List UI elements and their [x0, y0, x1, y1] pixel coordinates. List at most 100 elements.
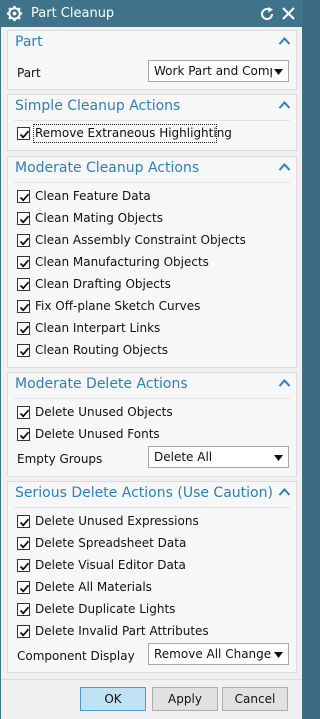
checkbox[interactable] — [17, 537, 30, 550]
checkmark-icon — [19, 281, 30, 290]
checkbox-row[interactable]: Clean Mating Objects — [17, 210, 287, 228]
section-title: Moderate Cleanup Actions — [15, 160, 200, 176]
chevron-up-icon[interactable] — [278, 162, 291, 172]
checkbox[interactable] — [17, 603, 30, 616]
checkbox-label: Delete All Materials — [35, 580, 152, 594]
checkbox-label: Clean Interpart Links — [35, 321, 161, 335]
checkbox-label: Clean Manufacturing Objects — [35, 255, 209, 269]
section-divider — [14, 398, 290, 399]
checkmark-icon — [19, 409, 30, 418]
checkbox-row[interactable]: Fix Off-plane Sketch Curves — [17, 298, 287, 316]
chevron-down-icon — [274, 69, 283, 75]
checkbox-label: Delete Unused Expressions — [35, 514, 199, 528]
chevron-up-icon[interactable] — [278, 487, 291, 497]
checkmark-icon — [19, 193, 30, 202]
checkmark-icon — [19, 606, 30, 615]
checkmark-icon — [19, 259, 30, 268]
checkmark-icon — [19, 325, 30, 334]
chevron-up-icon[interactable] — [278, 378, 291, 388]
checkbox[interactable] — [17, 322, 30, 335]
checkbox-label: Delete Visual Editor Data — [35, 558, 186, 572]
component-display-label: Component Display — [17, 649, 135, 663]
component-display-value: Remove All Changes — [154, 647, 272, 661]
checkmark-icon — [19, 562, 30, 571]
chevron-down-icon — [274, 652, 283, 658]
title-bar[interactable]: Part Cleanup — [1, 1, 302, 27]
checkbox-label: Fix Off-plane Sketch Curves — [35, 299, 201, 313]
checkbox[interactable] — [17, 234, 30, 247]
checkbox-row[interactable]: Clean Manufacturing Objects — [17, 254, 287, 272]
checkbox-row[interactable]: Clean Assembly Constraint Objects — [17, 232, 287, 250]
checkmark-icon — [19, 518, 30, 527]
checkbox-row[interactable]: Delete All Materials — [17, 579, 287, 597]
checkbox[interactable] — [17, 581, 30, 594]
checkbox-row[interactable]: Clean Drafting Objects — [17, 276, 287, 294]
moderate-delete-header[interactable]: Moderate Delete Actions — [8, 373, 296, 397]
checkbox-row[interactable]: Remove Extraneous Highlighting — [17, 124, 287, 143]
apply-button[interactable]: Apply — [152, 687, 218, 711]
checkbox-row[interactable]: Delete Duplicate Lights — [17, 601, 287, 619]
checkbox-row[interactable]: Delete Visual Editor Data — [17, 557, 287, 575]
serious-delete-header[interactable]: Serious Delete Actions (Use Caution) — [8, 482, 296, 506]
part-cleanup-dialog: Part Cleanup Part Part Work Part and Com… — [0, 0, 303, 719]
part-select[interactable]: Work Part and Compo — [148, 60, 289, 82]
ok-button[interactable]: OK — [80, 687, 146, 711]
checkbox[interactable] — [17, 515, 30, 528]
checkbox-row[interactable]: Delete Unused Expressions — [17, 513, 287, 531]
serious-delete-panel: Serious Delete Actions (Use Caution) Del… — [7, 481, 297, 673]
checkbox[interactable] — [17, 428, 30, 441]
checkbox-label: Clean Assembly Constraint Objects — [35, 233, 246, 247]
checkmark-icon — [19, 237, 30, 246]
cancel-button[interactable]: Cancel — [222, 687, 288, 711]
reset-icon[interactable] — [259, 6, 275, 22]
checkbox[interactable] — [17, 212, 30, 225]
empty-groups-select[interactable]: Delete All — [148, 446, 289, 468]
checkbox-row[interactable]: Delete Unused Fonts — [17, 426, 287, 444]
empty-groups-label: Empty Groups — [17, 452, 103, 466]
checkbox-label: Clean Drafting Objects — [35, 277, 171, 291]
checkbox-label: Remove Extraneous Highlighting — [35, 126, 232, 140]
checkmark-icon — [19, 303, 30, 312]
checkmark-icon — [19, 628, 30, 637]
checkbox-label: Clean Mating Objects — [35, 211, 163, 225]
section-title: Moderate Delete Actions — [15, 376, 188, 392]
chevron-up-icon[interactable] — [278, 100, 291, 110]
empty-groups-value: Delete All — [154, 450, 213, 464]
checkbox[interactable] — [17, 406, 30, 419]
checkbox[interactable] — [17, 278, 30, 291]
checkbox-row[interactable]: Delete Unused Objects — [17, 404, 287, 422]
checkbox[interactable] — [17, 300, 30, 313]
window-title: Part Cleanup — [31, 6, 115, 21]
checkbox-label: Delete Unused Fonts — [35, 427, 160, 441]
checkbox-row[interactable]: Delete Invalid Part Attributes — [17, 623, 287, 641]
checkmark-icon — [19, 130, 30, 139]
checkbox[interactable] — [17, 127, 30, 140]
part-label: Part — [17, 66, 41, 80]
section-title: Simple Cleanup Actions — [15, 98, 181, 114]
part-panel-header[interactable]: Part — [8, 31, 296, 55]
part-panel: Part Part Work Part and Compo — [7, 30, 297, 90]
checkbox-row[interactable]: Clean Routing Objects — [17, 342, 287, 360]
checkbox[interactable] — [17, 625, 30, 638]
section-title: Part — [15, 34, 43, 50]
dialog-footer: OK Apply Cancel — [1, 679, 302, 719]
moderate-cleanup-header[interactable]: Moderate Cleanup Actions — [8, 157, 296, 181]
component-display-select[interactable]: Remove All Changes — [148, 643, 289, 665]
simple-cleanup-header[interactable]: Simple Cleanup Actions — [8, 95, 296, 119]
moderate-delete-panel: Moderate Delete Actions Delete Unused Ob… — [7, 372, 297, 477]
chevron-up-icon[interactable] — [278, 36, 291, 46]
checkmark-icon — [19, 584, 30, 593]
checkbox[interactable] — [17, 256, 30, 269]
checkmark-icon — [19, 215, 30, 224]
checkbox-row[interactable]: Clean Interpart Links — [17, 320, 287, 338]
checkbox-row[interactable]: Clean Feature Data — [17, 188, 287, 206]
checkbox[interactable] — [17, 559, 30, 572]
checkbox-label: Clean Routing Objects — [35, 343, 169, 357]
checkbox-row[interactable]: Delete Spreadsheet Data — [17, 535, 287, 553]
checkbox-label: Delete Spreadsheet Data — [35, 536, 187, 550]
checkbox[interactable] — [17, 190, 30, 203]
gear-icon — [6, 5, 23, 22]
section-title: Serious Delete Actions (Use Caution) — [15, 485, 273, 501]
checkbox[interactable] — [17, 344, 30, 357]
close-icon[interactable] — [281, 6, 296, 21]
